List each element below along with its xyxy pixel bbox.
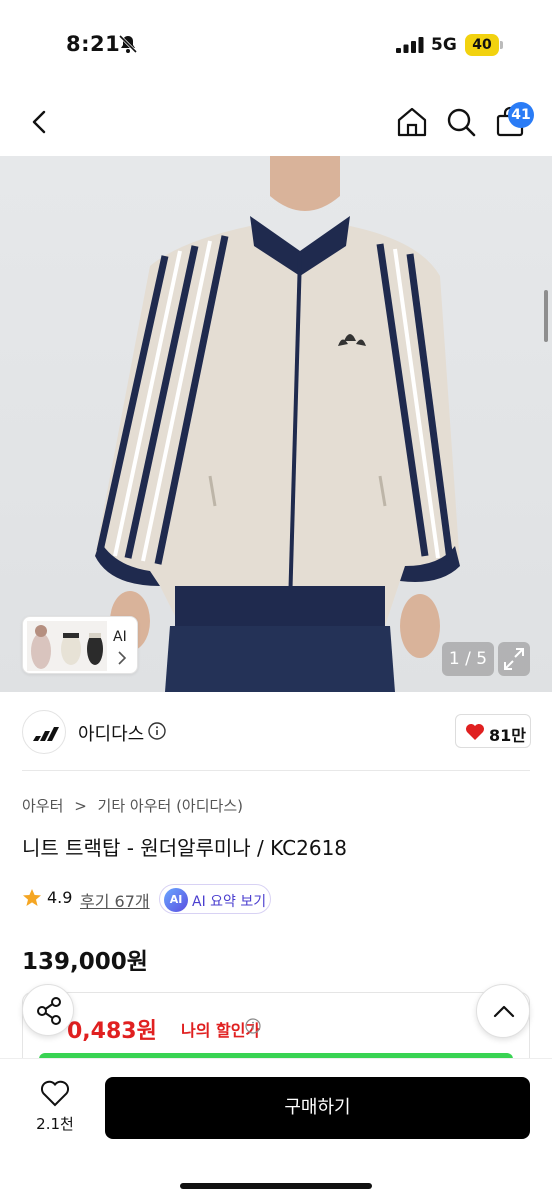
brand-name[interactable]: 아디다스 [78,720,144,746]
scroll-top-button[interactable] [476,984,530,1038]
home-icon[interactable] [396,106,428,138]
buy-button[interactable]: 구매하기 [105,1077,530,1139]
wishlist-count: 2.1천 [36,1115,74,1133]
share-button[interactable] [22,984,74,1036]
network-label: 5G [431,35,457,55]
image-counter: 1 / 5 [442,642,494,676]
scroll-indicator[interactable] [544,290,548,342]
info-icon[interactable] [245,1018,261,1034]
battery-tip [500,41,503,49]
ai-badge-icon: AI [164,888,188,912]
chevron-right-icon [118,651,127,665]
back-arrow-icon[interactable] [26,106,54,138]
search-icon[interactable] [445,106,477,138]
breadcrumb-category[interactable]: 아우터 [22,797,63,815]
thumbnail-image [27,621,107,671]
product-price: 139,000원 [22,949,148,975]
breadcrumb-subcategory[interactable]: 기타 아우터 (아디다스) [98,797,243,815]
rating-score: 4.9 [47,888,73,907]
share-icon [37,997,61,1025]
top-nav: 41 [0,90,552,156]
wishlist-button[interactable]: 2.1천 [24,1077,86,1137]
ai-similar-thumbnail[interactable]: AI [22,616,138,674]
thumb-ai-label: AI [113,629,127,645]
bell-muted-icon [118,34,138,54]
heart-filled-icon [466,724,484,740]
discount-price: 0,483원 [67,1019,157,1044]
status-time: 8:21 [66,32,121,56]
expand-icon [504,648,524,670]
info-icon[interactable] [148,722,166,740]
cart-count-badge: 41 [508,102,534,128]
breadcrumb-separator: > [74,797,87,815]
divider [22,770,530,771]
chevron-up-icon [493,1005,515,1018]
home-indicator [180,1183,372,1189]
product-image[interactable] [0,156,552,692]
rating-row: 4.9 후기 67개 AI AI 요약 보기 [22,884,530,914]
heart-outline-icon [40,1080,70,1107]
ai-summary-label: AI 요약 보기 [192,894,267,910]
brand-like-count: 81만 [489,726,526,745]
battery-indicator: 40 [465,34,499,56]
ai-summary-button[interactable]: AI AI 요약 보기 [159,884,271,914]
brand-like-button[interactable]: 81만 [455,714,531,748]
brand-logo[interactable] [22,710,66,754]
bottom-bar: 2.1천 구매하기 [0,1058,552,1200]
signal-icon [396,37,424,53]
adidas-logo-icon [33,727,59,741]
star-icon [23,889,41,906]
product-title: 니트 트랙탑 - 원더알루미나 / KC2618 [22,836,348,860]
jacket-illustration [95,156,460,692]
breadcrumb: 아우터 > 기타 아우터 (아디다스) [22,795,249,816]
status-bar: 8:21 5G 40 [0,0,552,90]
review-count-link[interactable]: 후기 67개 [80,888,150,912]
expand-image-button[interactable] [498,642,530,676]
